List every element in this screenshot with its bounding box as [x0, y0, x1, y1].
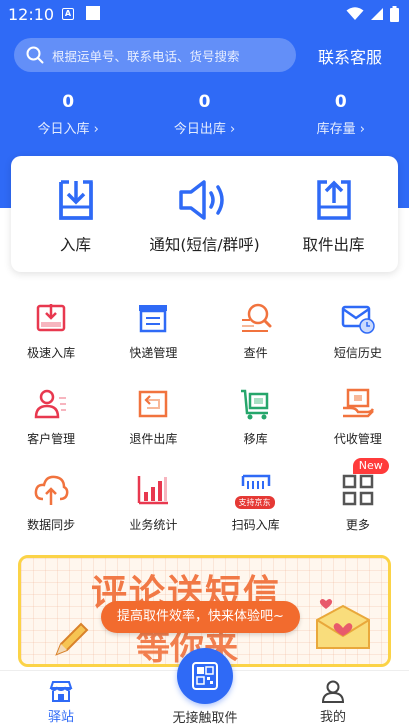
move-stock-button[interactable]: 移库 — [205, 386, 307, 472]
return-icon — [139, 390, 168, 418]
search-input[interactable]: 根据运单号、联系电话、货号搜索 — [14, 38, 296, 72]
status-bar: 12:10 A — [0, 0, 409, 30]
notify-button[interactable]: 通知(短信/群呼) — [140, 156, 269, 272]
cart-move-icon — [240, 389, 268, 420]
stat-value: 0 — [62, 92, 75, 112]
pickup-outbound-button[interactable]: 取件出库 — [269, 156, 398, 272]
sms-history-button[interactable]: 短信历史 — [307, 300, 409, 386]
grid-label: 扫码入库 — [231, 518, 280, 532]
search-icon — [26, 46, 44, 64]
stat-inventory[interactable]: 0 库存量 › — [273, 90, 409, 140]
scan-inbound-button[interactable]: 支持京东 扫码入库 — [205, 472, 307, 558]
grid-label: 业务统计 — [129, 518, 178, 532]
parcel-search-icon — [241, 303, 272, 332]
speaker-icon — [178, 180, 224, 220]
battery-icon — [390, 6, 399, 22]
inbox-arrow-down-icon — [58, 180, 93, 220]
notification-square-icon — [86, 6, 100, 20]
customer-icon — [34, 389, 67, 419]
main-actions-card: 入库 通知(短信/群呼) 取件出库 — [11, 156, 398, 272]
stat-label: 库存量 › — [316, 122, 365, 137]
jd-support-badge: 支持京东 — [234, 496, 275, 509]
nav-home[interactable]: 驿站 — [48, 679, 74, 725]
fast-inbound-button[interactable]: 极速入库 — [0, 300, 102, 386]
courier-management-button[interactable]: 快递管理 — [102, 300, 204, 386]
person-icon — [321, 680, 345, 703]
customer-service-link[interactable]: 联系客服 — [318, 44, 382, 68]
stat-today-inbound[interactable]: 0 今日入库 › — [0, 90, 136, 140]
station-icon — [49, 681, 73, 702]
return-outbound-button[interactable]: 退件出库 — [102, 386, 204, 472]
collection-icon — [342, 388, 374, 418]
grid-label: 退件出库 — [129, 432, 178, 446]
data-sync-button[interactable]: 数据同步 — [0, 472, 102, 558]
status-time: 12:10 — [8, 5, 55, 24]
nav-contactless-label: 无接触取件 — [172, 711, 238, 726]
stat-label: 今日出库 › — [173, 122, 236, 137]
parcel-search-button[interactable]: 查件 — [205, 300, 307, 386]
stat-value: 0 — [198, 92, 211, 112]
qr-code-icon — [192, 662, 218, 690]
stat-today-outbound[interactable]: 0 今日出库 › — [136, 90, 272, 140]
nav-mine-label: 我的 — [320, 710, 347, 725]
pencil-icon — [55, 622, 89, 656]
new-badge: New — [352, 458, 389, 474]
grid-label: 极速入库 — [27, 346, 76, 360]
more-grid-icon — [342, 474, 374, 506]
inbound-button[interactable]: 入库 — [11, 156, 140, 272]
signal-icon — [371, 8, 383, 20]
stat-label: 今日入库 › — [37, 122, 99, 137]
grid-label: 代收管理 — [333, 432, 382, 446]
search-placeholder: 根据运单号、联系电话、货号搜索 — [52, 48, 240, 64]
pickup-outbound-label: 取件出库 — [302, 236, 365, 254]
contactless-pickup-button[interactable] — [177, 648, 233, 704]
wifi-icon — [346, 7, 364, 20]
grid-label: 查件 — [243, 346, 268, 360]
grid-label: 客户管理 — [27, 432, 76, 446]
stats-row: 0 今日入库 › 0 今日出库 › 0 库存量 › — [0, 90, 409, 140]
fast-inbound-icon — [36, 304, 66, 332]
grid-label: 数据同步 — [27, 518, 76, 532]
nav-contactless[interactable]: 无接触取件 — [168, 707, 242, 726]
grid-label: 更多 — [345, 518, 370, 532]
inbound-label: 入库 — [59, 236, 91, 254]
banner-cta[interactable]: 提高取件效率，快来体验吧~ — [101, 601, 300, 633]
notify-label: 通知(短信/群呼) — [149, 236, 260, 254]
bar-chart-icon — [138, 476, 169, 505]
nav-home-label: 驿站 — [48, 710, 75, 725]
heart-icon — [319, 599, 333, 609]
courier-management-icon — [139, 305, 168, 333]
nav-mine[interactable]: 我的 — [320, 679, 346, 725]
feature-grid: 极速入库 快递管理 查件 短信历史 客户管理 退件出库 移库 代收管理 数据同步… — [0, 300, 409, 558]
outbox-arrow-up-icon — [316, 180, 351, 220]
grid-label: 移库 — [243, 432, 268, 446]
cloud-sync-icon — [34, 475, 69, 505]
notification-a-icon: A — [62, 8, 74, 20]
business-stats-button[interactable]: 业务统计 — [102, 472, 204, 558]
grid-label: 短信历史 — [333, 346, 382, 360]
customer-management-button[interactable]: 客户管理 — [0, 386, 102, 472]
stat-value: 0 — [334, 92, 347, 112]
grid-label: 快递管理 — [129, 346, 178, 360]
more-button[interactable]: New 更多 — [307, 458, 409, 558]
sms-history-icon — [341, 305, 375, 334]
